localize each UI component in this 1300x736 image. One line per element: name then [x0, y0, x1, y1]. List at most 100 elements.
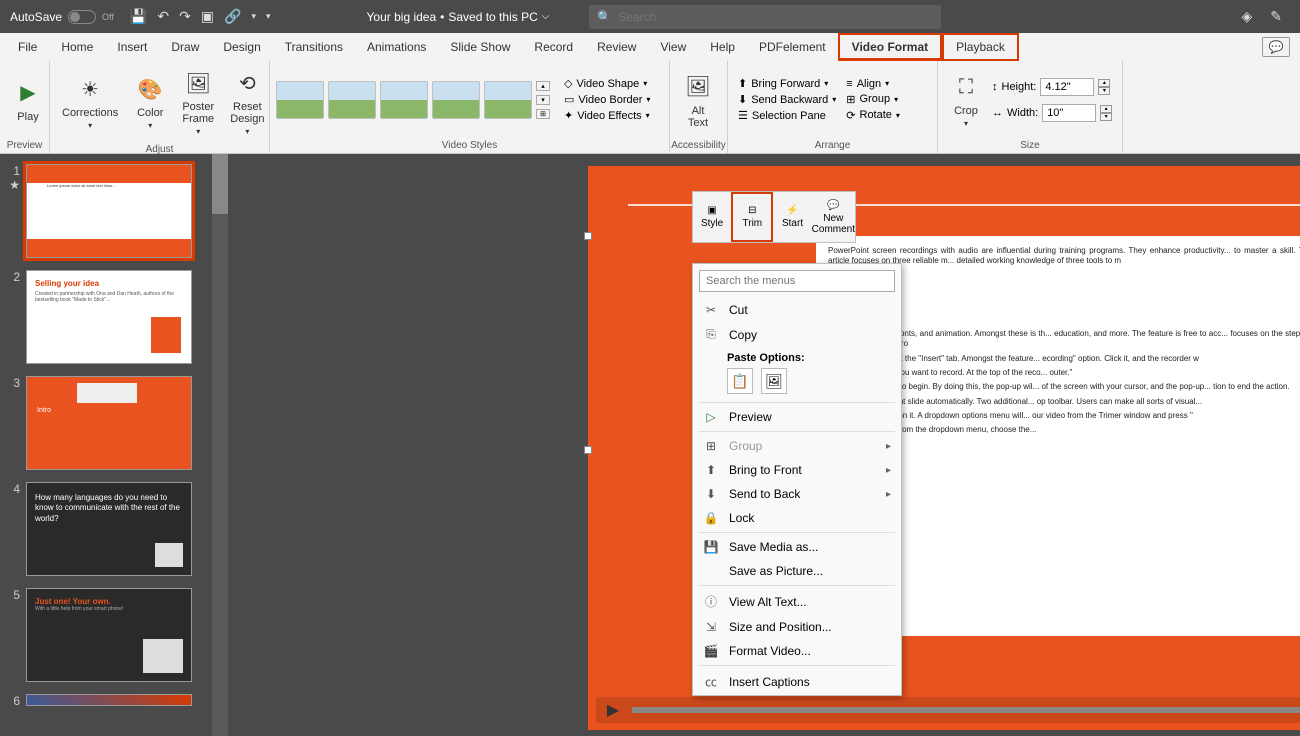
style-preset-3[interactable]	[380, 81, 428, 119]
tab-transitions[interactable]: Transitions	[273, 33, 355, 61]
ctx-save-media[interactable]: 💾Save Media as...	[693, 535, 901, 559]
selection-pane-button[interactable]: ☰Selection Pane	[734, 108, 840, 123]
group-icon: ⊞	[703, 439, 719, 453]
autosave-toggle[interactable]: AutoSave Off	[0, 10, 124, 24]
width-input[interactable]	[1042, 104, 1096, 122]
ctx-preview[interactable]: ▷Preview	[693, 405, 901, 429]
play-button[interactable]: ▶ Play	[6, 75, 50, 125]
height-control[interactable]: ↕Height:▴▾	[992, 78, 1112, 96]
align-button[interactable]: ≡Align▾	[842, 77, 904, 91]
save-media-icon: 💾	[703, 540, 719, 554]
ctx-save-picture[interactable]: Save as Picture...	[693, 559, 901, 583]
corrections-button[interactable]: ☀Corrections▾	[56, 71, 124, 132]
captions-icon: ㏄	[703, 673, 719, 690]
slide-thumb-1[interactable]: Lorem ipsum dolor sit amet text lines...	[26, 164, 192, 258]
slide-number: 6	[6, 694, 20, 708]
style-preset-5[interactable]	[484, 81, 532, 119]
rotate-button[interactable]: ⟳Rotate▾	[842, 108, 904, 123]
video-effects-button[interactable]: ✦Video Effects▾	[560, 108, 654, 123]
color-button[interactable]: 🎨Color▾	[128, 71, 172, 132]
tab-pdfelement[interactable]: PDFelement	[747, 33, 838, 61]
width-spinner[interactable]: ▴▾	[1100, 105, 1112, 121]
qat-more-icon[interactable]: ▾	[251, 11, 256, 22]
qat-customize-icon[interactable]: ▾	[266, 11, 271, 22]
tab-video-format[interactable]: Video Format	[838, 33, 942, 61]
ctx-bring-front[interactable]: ⬆Bring to Front▸	[693, 458, 901, 482]
tab-help[interactable]: Help	[698, 33, 747, 61]
crop-button[interactable]: ⛶Crop▾	[944, 69, 988, 130]
width-label: Width:	[1007, 107, 1038, 119]
tab-record[interactable]: Record	[522, 33, 585, 61]
gallery-more[interactable]: ▴▾⊞	[536, 81, 550, 119]
slide-panel[interactable]: 1★Lorem ipsum dolor sit amet text lines.…	[0, 154, 228, 736]
ctx-back-label: Send to Back	[729, 487, 800, 501]
height-icon: ↕	[992, 81, 998, 93]
reset-design-button[interactable]: ⟲Reset Design▾	[224, 65, 270, 138]
ctx-alt-text[interactable]: ⓘView Alt Text...	[693, 588, 901, 615]
ctx-size-position[interactable]: ⇲Size and Position...	[693, 615, 901, 639]
paste-option-2[interactable]: 🖼	[761, 368, 787, 394]
tab-file[interactable]: File	[6, 33, 49, 61]
video-border-button[interactable]: ▭Video Border▾	[560, 92, 654, 107]
style-preset-1[interactable]	[276, 81, 324, 119]
present-icon[interactable]: ▣	[201, 8, 214, 25]
tab-insert[interactable]: Insert	[105, 33, 159, 61]
ctx-copy-label: Copy	[729, 328, 757, 342]
mini-start-button[interactable]: ⚡Start	[773, 192, 811, 242]
scrollbar[interactable]	[212, 154, 228, 736]
ctx-send-back[interactable]: ⬇Send to Back▸	[693, 482, 901, 506]
ctx-lock[interactable]: 🔒Lock	[693, 506, 901, 530]
tab-view[interactable]: View	[648, 33, 698, 61]
tab-home[interactable]: Home	[49, 33, 105, 61]
style-preset-4[interactable]	[432, 81, 480, 119]
mini-comment-button[interactable]: 💬New Comment	[812, 192, 855, 242]
mini-style-button[interactable]: ▣Style	[693, 192, 731, 242]
diamond-icon[interactable]: ◈	[1241, 8, 1252, 25]
attach-icon[interactable]: 🔗	[224, 8, 241, 25]
comments-button[interactable]: 💬	[1262, 37, 1290, 57]
send-backward-button[interactable]: ⬇Send Backward▾	[734, 92, 840, 107]
slide-number: 3	[6, 376, 20, 470]
tab-review[interactable]: Review	[585, 33, 648, 61]
video-play-button[interactable]: ▶	[604, 701, 622, 719]
height-spinner[interactable]: ▴▾	[1098, 79, 1110, 95]
save-icon[interactable]: 💾	[130, 8, 147, 25]
ctx-copy[interactable]: ⎘Copy	[693, 322, 901, 347]
pen-icon[interactable]: ✎	[1270, 8, 1282, 25]
slide-thumb-3[interactable]: Intro	[26, 376, 192, 470]
effects-icon: ✦	[564, 109, 573, 122]
paste-option-1[interactable]: 📋	[727, 368, 753, 394]
tab-animations[interactable]: Animations	[355, 33, 438, 61]
context-search-input[interactable]	[699, 270, 895, 292]
height-input[interactable]	[1040, 78, 1094, 96]
redo-icon[interactable]: ↷	[179, 8, 191, 25]
tab-design[interactable]: Design	[211, 33, 272, 61]
bring-forward-button[interactable]: ⬆Bring Forward▾	[734, 76, 840, 91]
tab-playback[interactable]: Playback	[942, 33, 1019, 61]
tab-draw[interactable]: Draw	[159, 33, 211, 61]
slide-thumb-6[interactable]	[26, 694, 192, 706]
group-button[interactable]: ⊞Group▾	[842, 92, 904, 107]
poster-frame-button[interactable]: 🖼Poster Frame▾	[176, 65, 220, 138]
slide-thumb-4[interactable]: How many languages do you need to know t…	[26, 482, 192, 576]
ctx-insert-captions[interactable]: ㏄Insert Captions	[693, 668, 901, 695]
style-preset-2[interactable]	[328, 81, 376, 119]
mini-start-label: Start	[782, 218, 803, 229]
video-shape-button[interactable]: ◇Video Shape▾	[560, 76, 654, 91]
slide-thumb-2[interactable]: Selling your ideaCreated in partnership …	[26, 270, 192, 364]
ctx-cut[interactable]: ✂Cut	[693, 298, 901, 322]
mini-trim-button[interactable]: ⊟Trim	[731, 192, 773, 242]
video-styles-gallery[interactable]: ▴▾⊞	[276, 81, 550, 119]
search-input[interactable]	[618, 10, 933, 24]
search-box[interactable]: 🔍	[589, 5, 941, 29]
tab-slideshow[interactable]: Slide Show	[438, 33, 522, 61]
ctx-paste-header: Paste Options:	[693, 347, 901, 366]
width-control[interactable]: ↔Width:▴▾	[992, 104, 1112, 122]
document-title[interactable]: Your big idea • Saved to this PC ⌵	[367, 10, 550, 24]
video-seek-track[interactable]	[632, 707, 1300, 713]
undo-icon[interactable]: ↶	[157, 8, 169, 25]
alt-text-button[interactable]: 🖼Alt Text	[676, 69, 720, 131]
autosave-label: AutoSave	[10, 10, 62, 24]
ctx-format-video[interactable]: 🎬Format Video...	[693, 639, 901, 663]
slide-thumb-5[interactable]: Just one! Your own.With a little help fr…	[26, 588, 192, 682]
